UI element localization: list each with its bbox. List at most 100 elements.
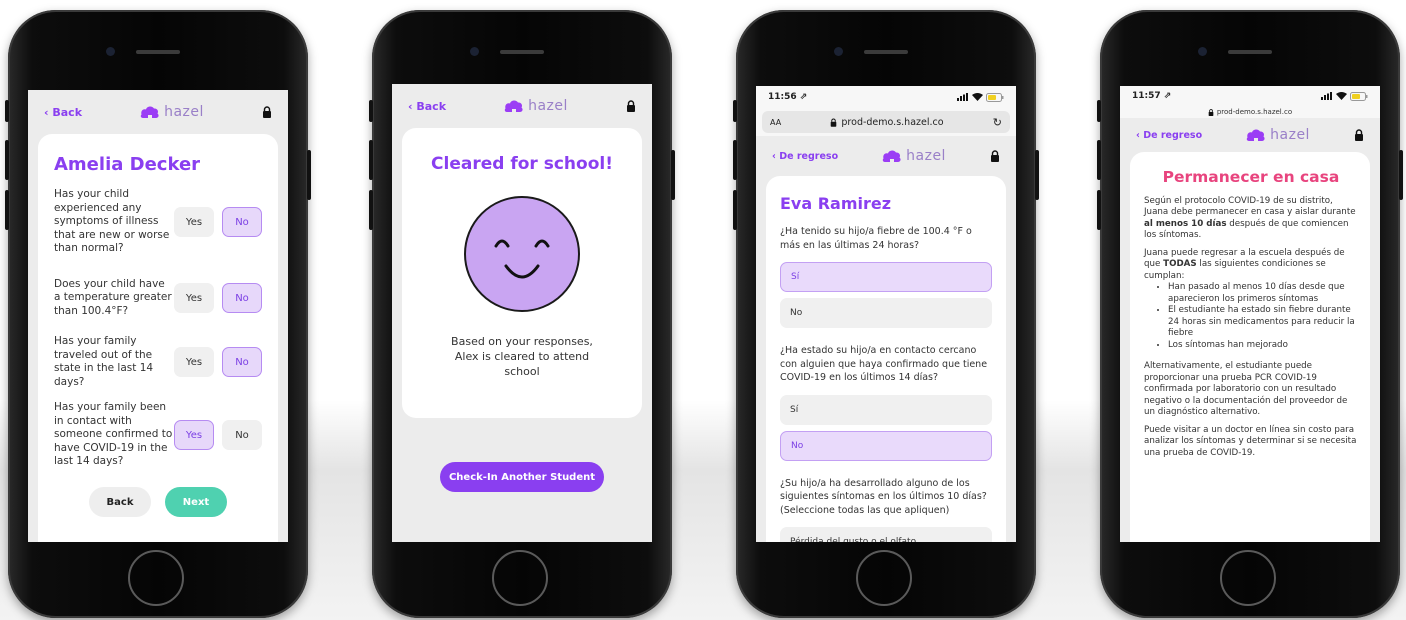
wifi-icon [972,93,983,101]
reader-aa[interactable]: AA [770,118,781,127]
no-button[interactable]: No [222,283,262,313]
yes-button[interactable]: Yes [174,207,214,237]
question-text: Has your family traveled out of the stat… [54,335,154,388]
hazel-logo-icon [140,104,160,120]
alternative-paragraph: Alternativamente, el estudiante puede pr… [1144,361,1348,417]
back-button[interactable]: Back [89,487,151,517]
nav-bar: ‹ Back hazel [392,84,652,128]
url-lock-icon [830,118,837,127]
question-text: ¿Ha estado su hijo/a en contacto cercano… [780,345,988,383]
camera [834,47,843,56]
home-button[interactable] [1220,550,1276,606]
hazel-logo-icon [882,148,902,164]
hazel-logo-icon [1246,127,1266,143]
result-message: Based on your responses, Alex is cleared… [451,335,593,378]
question-text: ¿Ha tenido su hijo/a fiebre de 100.4 °F … [780,226,972,251]
back-link[interactable]: ‹ Back [44,106,82,119]
home-button[interactable] [128,550,184,606]
conditions-list: Han pasado al menos 10 días desde que ap… [1144,282,1358,351]
no-button[interactable]: No [222,207,262,237]
list-item: Los síntomas han mejorado [1168,340,1358,352]
volume-up [733,140,737,180]
nav-bar: ‹ Back hazel [28,90,288,134]
wifi-icon [1336,92,1347,100]
check-in-another-button[interactable]: Check-In Another Student [440,462,604,492]
question-card: Amelia Decker Has your child experienced… [38,134,278,542]
stay-home-card: Permanecer en casa Según el protocolo CO… [1130,152,1370,542]
browser-address-bar: prod-demo.s.hazel.co [1120,106,1380,118]
speaker [500,50,544,54]
volume-down [369,190,373,230]
back-link[interactable]: ‹ De regreso [772,151,838,162]
camera [1198,47,1207,56]
phone-english-questionnaire: ‹ Back hazel Amelia Decker Has your chil… [5,10,311,618]
list-item: Han pasado al menos 10 días desde que ap… [1168,282,1358,305]
url-lock-icon [1208,109,1214,116]
student-name: Amelia Decker [54,154,201,175]
result-title: Cleared for school! [431,154,613,174]
volume-up [1097,140,1101,180]
option-no[interactable]: No [780,298,992,328]
brand-name: hazel [1270,127,1310,143]
question-text: Has your family been in contact with som… [54,401,173,468]
result-card: Cleared for school! Based on your respon… [402,128,642,418]
battery-icon [986,92,1004,102]
brand-logo: hazel [140,104,204,120]
status-icons [957,92,1004,102]
brand-name: hazel [528,98,568,114]
lock-icon [1354,129,1364,141]
option-si[interactable]: Sí [780,262,992,292]
smiley-face-icon [464,196,580,312]
question-row: Has your family been in contact with som… [54,397,262,473]
screen: 11:57 ⇗ prod-demo.s.hazel.co ‹ De regres… [1120,86,1380,542]
signal-icon [1321,92,1332,100]
doctor-paragraph: Puede visitar a un doctor en línea sin c… [1144,424,1357,458]
option-loss-of-taste[interactable]: Pérdida del gusto o el olfato [780,527,992,542]
status-icons [1321,91,1368,101]
no-button[interactable]: No [222,347,262,377]
reload-icon[interactable]: ↻ [993,116,1002,129]
isolation-paragraph: Según el protocolo COVID-19 de su distri… [1144,195,1356,241]
question-card: Eva Ramirez ¿Ha tenido su hijo/a fiebre … [766,176,1006,542]
nav-bar: ‹ De regreso hazel [756,136,1016,176]
volume-up [369,140,373,180]
option-si[interactable]: Sí [780,394,992,425]
no-button[interactable]: No [222,420,262,450]
volume-down [733,190,737,230]
question-row: Has your family traveled out of the stat… [54,335,262,388]
status-time: 11:57 ⇗ [1132,91,1172,101]
lock-icon [990,150,1000,162]
question-text: ¿Su hijo/a ha desarrollado alguno de los… [780,477,987,516]
url-field[interactable]: AA prod-demo.s.hazel.co ↻ [762,111,1010,133]
power-button [671,150,675,200]
back-link[interactable]: ‹ De regreso [1136,130,1202,141]
yes-button[interactable]: Yes [174,347,214,377]
url-text: prod-demo.s.hazel.co [1216,108,1293,116]
screen: 11:56 ⇗ AA prod-demo.s.hazel.co ↻ ‹ De r… [756,86,1016,542]
option-no[interactable]: No [780,430,992,461]
question-row: Does your child have a temperature great… [54,267,262,329]
phone-cleared-screen: ‹ Back hazel Cleared for school! Based o… [369,10,675,618]
status-time: 11:56 ⇗ [768,92,808,102]
yes-button[interactable]: Yes [174,283,214,313]
home-button[interactable] [492,550,548,606]
yes-button[interactable]: Yes [174,420,214,450]
power-button [1399,150,1403,200]
camera [470,47,479,56]
home-button[interactable] [856,550,912,606]
question-row: Has your child experienced any symptoms … [54,187,262,257]
speaker [864,50,908,54]
mute-switch [5,100,9,122]
back-link[interactable]: ‹ Back [408,100,446,113]
signal-icon [957,93,968,101]
mute-switch [733,100,737,122]
volume-down [5,190,9,230]
volume-up [5,140,9,180]
student-name: Eva Ramirez [780,194,892,213]
next-button[interactable]: Next [165,487,227,517]
brand-logo: hazel [504,98,568,114]
question-text: Has your child experienced any symptoms … [54,188,170,255]
phone-stay-home-screen: 11:57 ⇗ prod-demo.s.hazel.co ‹ De regres… [1097,10,1403,618]
screen: ‹ Back hazel Amelia Decker Has your chil… [28,90,288,542]
brand-logo: hazel [1246,127,1310,143]
